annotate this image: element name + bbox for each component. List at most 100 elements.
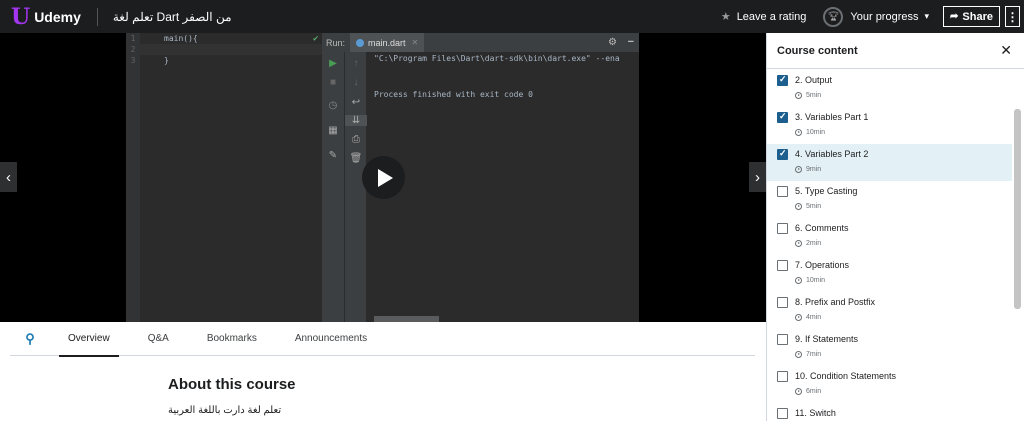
video-player[interactable]: 1 2 3 main(){ } ✔ Run: main.dart ✕ ⚙ − ▶… xyxy=(0,33,766,322)
run-label: Run: xyxy=(326,38,346,48)
current-line-highlight xyxy=(140,44,322,55)
chevron-down-icon: ▾ xyxy=(924,11,930,21)
lecture-checkbox[interactable] xyxy=(777,111,788,123)
lecture-item[interactable]: 2. Output 5min xyxy=(767,70,1012,107)
code-line: } xyxy=(164,56,169,65)
lecture-checkbox[interactable] xyxy=(777,297,788,308)
your-progress-button[interactable]: 🏆︎ Your progress ▾ xyxy=(823,6,930,27)
pin-icon: ✎ xyxy=(328,150,338,161)
divider xyxy=(96,7,98,26)
lecture-item[interactable]: 7. Operations 10min xyxy=(767,255,1012,292)
more-options-button[interactable]: ⋮ xyxy=(1005,6,1020,27)
lecture-title: 9. If Statements xyxy=(795,334,859,344)
trash-icon: 🗑︎ xyxy=(349,153,363,164)
share-icon: ➦ xyxy=(950,11,959,22)
run-toolbar: ▶ ■ ◷ ▦ ✎ xyxy=(322,52,344,322)
wrap-icon: ↩ xyxy=(351,97,361,108)
lecture-duration: 5min xyxy=(795,203,821,210)
lecture-checkbox[interactable] xyxy=(777,186,788,197)
clock-icon: ◷ xyxy=(328,100,338,111)
trophy-icon: 🏆︎ xyxy=(823,6,844,27)
lecture-title: 11. Switch xyxy=(795,408,836,418)
lecture-checkbox[interactable] xyxy=(777,408,788,419)
lecture-duration: 2min xyxy=(795,240,821,247)
lecture-item[interactable]: 5. Type Casting 5min xyxy=(767,181,1012,218)
leave-rating-button[interactable]: ★ Leave a rating xyxy=(721,10,807,24)
previous-lecture-button[interactable]: ‹ xyxy=(0,162,17,192)
run-header: Run: main.dart ✕ ⚙ − xyxy=(322,33,639,52)
lecture-duration-text: 9min xyxy=(806,166,822,173)
lecture-checkbox[interactable] xyxy=(777,148,788,160)
leave-rating-label: Leave a rating xyxy=(736,10,807,23)
lecture-item[interactable]: 8. Prefix and Postfix 4min xyxy=(767,292,1012,329)
lecture-duration-text: 4min xyxy=(806,314,822,321)
arrow-up-icon: ↑ xyxy=(353,58,359,69)
your-progress-label: Your progress xyxy=(850,10,919,23)
lecture-duration: 10min xyxy=(795,129,825,136)
tab-bookmarks[interactable]: Bookmarks xyxy=(198,322,266,356)
lecture-duration-text: 7min xyxy=(806,351,822,358)
lecture-duration-text: 10min xyxy=(806,277,826,284)
lecture-duration-text: 10min xyxy=(806,129,826,136)
search-icon[interactable]: ⚲ xyxy=(10,331,50,347)
course-title[interactable]: تعلم لغة Dart من الصفر xyxy=(113,10,232,24)
lecture-checkbox[interactable] xyxy=(777,334,788,345)
video-play-icon xyxy=(795,277,802,284)
tab-qa[interactable]: Q&A xyxy=(139,322,178,356)
sidebar-header: Course content ✕ xyxy=(767,33,1024,69)
lecture-item[interactable]: 3. Variables Part 1 10min xyxy=(767,107,1012,144)
lecture-duration: 5min xyxy=(795,92,821,99)
tab-announcements[interactable]: Announcements xyxy=(286,322,376,356)
lecture-item[interactable]: 6. Comments 2min xyxy=(767,218,1012,255)
top-bar: U Udemy تعلم لغة Dart من الصفر ★ Leave a… xyxy=(0,0,1024,33)
lecture-item[interactable]: 4. Variables Part 2 9min xyxy=(767,144,1012,181)
close-icon[interactable]: ✕ xyxy=(1000,42,1012,59)
lecture-title: 4. Variables Part 2 xyxy=(795,149,869,159)
layout-icon: ▦ xyxy=(328,125,338,136)
vertical-scrollbar[interactable] xyxy=(1014,109,1021,309)
tab-label: Overview xyxy=(68,333,110,344)
run-tab: main.dart ✕ xyxy=(350,33,425,52)
lecture-duration-text: 6min xyxy=(806,388,822,395)
share-button[interactable]: ➦ Share xyxy=(943,6,1000,27)
console-line: Process finished with exit code 0 xyxy=(374,90,533,99)
lecture-checkbox[interactable] xyxy=(777,371,788,382)
run-tab-label: main.dart xyxy=(368,37,406,48)
lecture-title: 10. Condition Statements xyxy=(795,371,897,381)
line-number: 1 xyxy=(130,34,136,43)
lecture-checkbox[interactable] xyxy=(777,223,788,234)
lecture-item[interactable]: 10. Condition Statements 6min xyxy=(767,366,1012,403)
lecture-item[interactable]: 11. Switch xyxy=(767,403,1012,440)
udemy-logo[interactable]: U Udemy xyxy=(11,6,81,28)
lecture-title: 7. Operations xyxy=(795,260,850,270)
course-tabs: ⚲ Overview Q&A Bookmarks Announcements xyxy=(10,322,755,357)
lecture-duration: 7min xyxy=(795,351,821,358)
tab-label: Q&A xyxy=(147,333,169,344)
video-play-icon xyxy=(795,351,802,358)
gear-icon: ⚙ xyxy=(608,37,617,48)
about-title: About this course xyxy=(168,376,296,393)
video-play-icon xyxy=(795,166,802,173)
lecture-duration: 9min xyxy=(795,166,821,173)
chevron-right-icon: › xyxy=(755,168,760,186)
lecture-title: 6. Comments xyxy=(795,223,849,233)
course-content-sidebar: Course content ✕ 2. Output 5min 3. Variabl… xyxy=(766,33,1024,421)
video-play-icon xyxy=(795,314,802,321)
lecture-checkbox[interactable] xyxy=(777,260,788,271)
code-line: main(){ xyxy=(164,34,198,43)
lecture-checkbox[interactable] xyxy=(777,74,788,86)
lecture-item[interactable]: 9. If Statements 7min xyxy=(767,329,1012,366)
close-icon: ✕ xyxy=(411,38,419,47)
tab-overview[interactable]: Overview xyxy=(59,322,119,357)
next-lecture-button[interactable]: › xyxy=(749,162,766,192)
play-button[interactable] xyxy=(362,156,405,199)
lecture-duration-text: 5min xyxy=(806,203,822,210)
video-play-icon xyxy=(795,129,802,136)
line-number: 2 xyxy=(130,45,136,54)
code-editor: 1 2 3 main(){ } ✔ xyxy=(126,33,322,322)
logo-text: Udemy xyxy=(34,8,81,25)
about-description: تعلم لغة دارت باللغة العربية xyxy=(168,405,282,416)
lecture-duration-text: 2min xyxy=(806,240,822,247)
play-icon xyxy=(378,168,393,187)
video-play-icon xyxy=(795,203,802,210)
